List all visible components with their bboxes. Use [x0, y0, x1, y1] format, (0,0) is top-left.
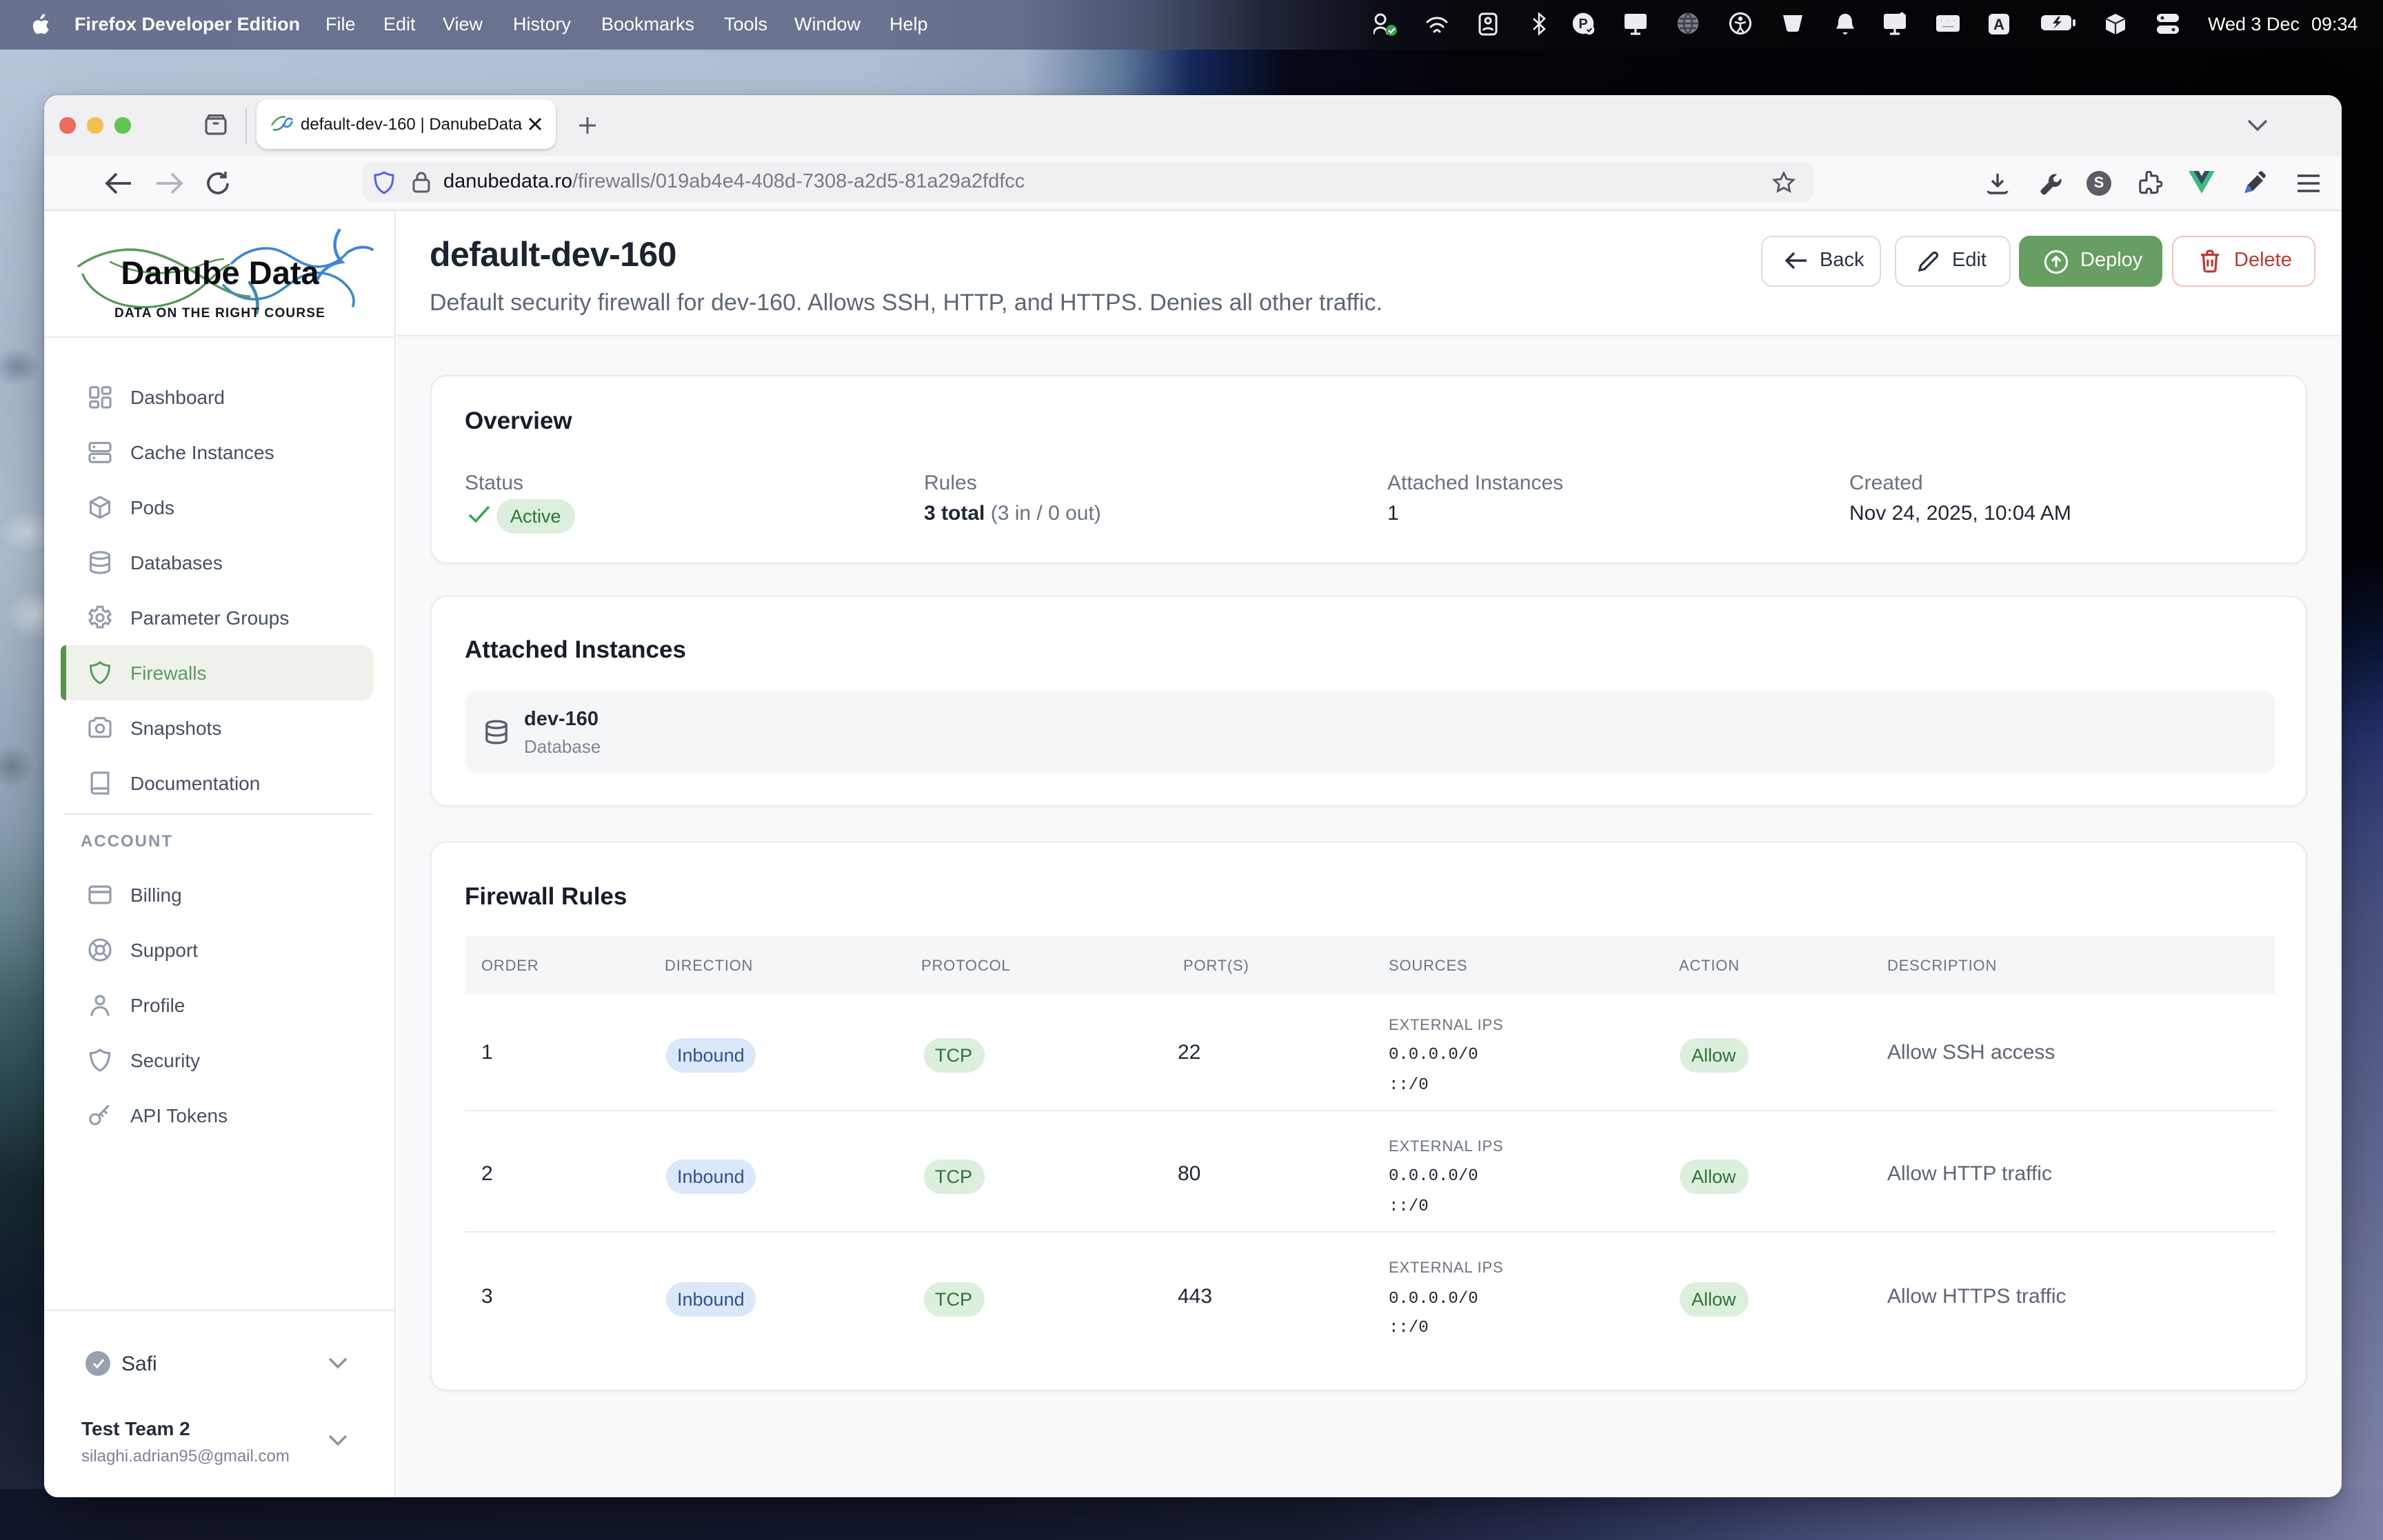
svg-text:A: A [1993, 16, 2004, 33]
